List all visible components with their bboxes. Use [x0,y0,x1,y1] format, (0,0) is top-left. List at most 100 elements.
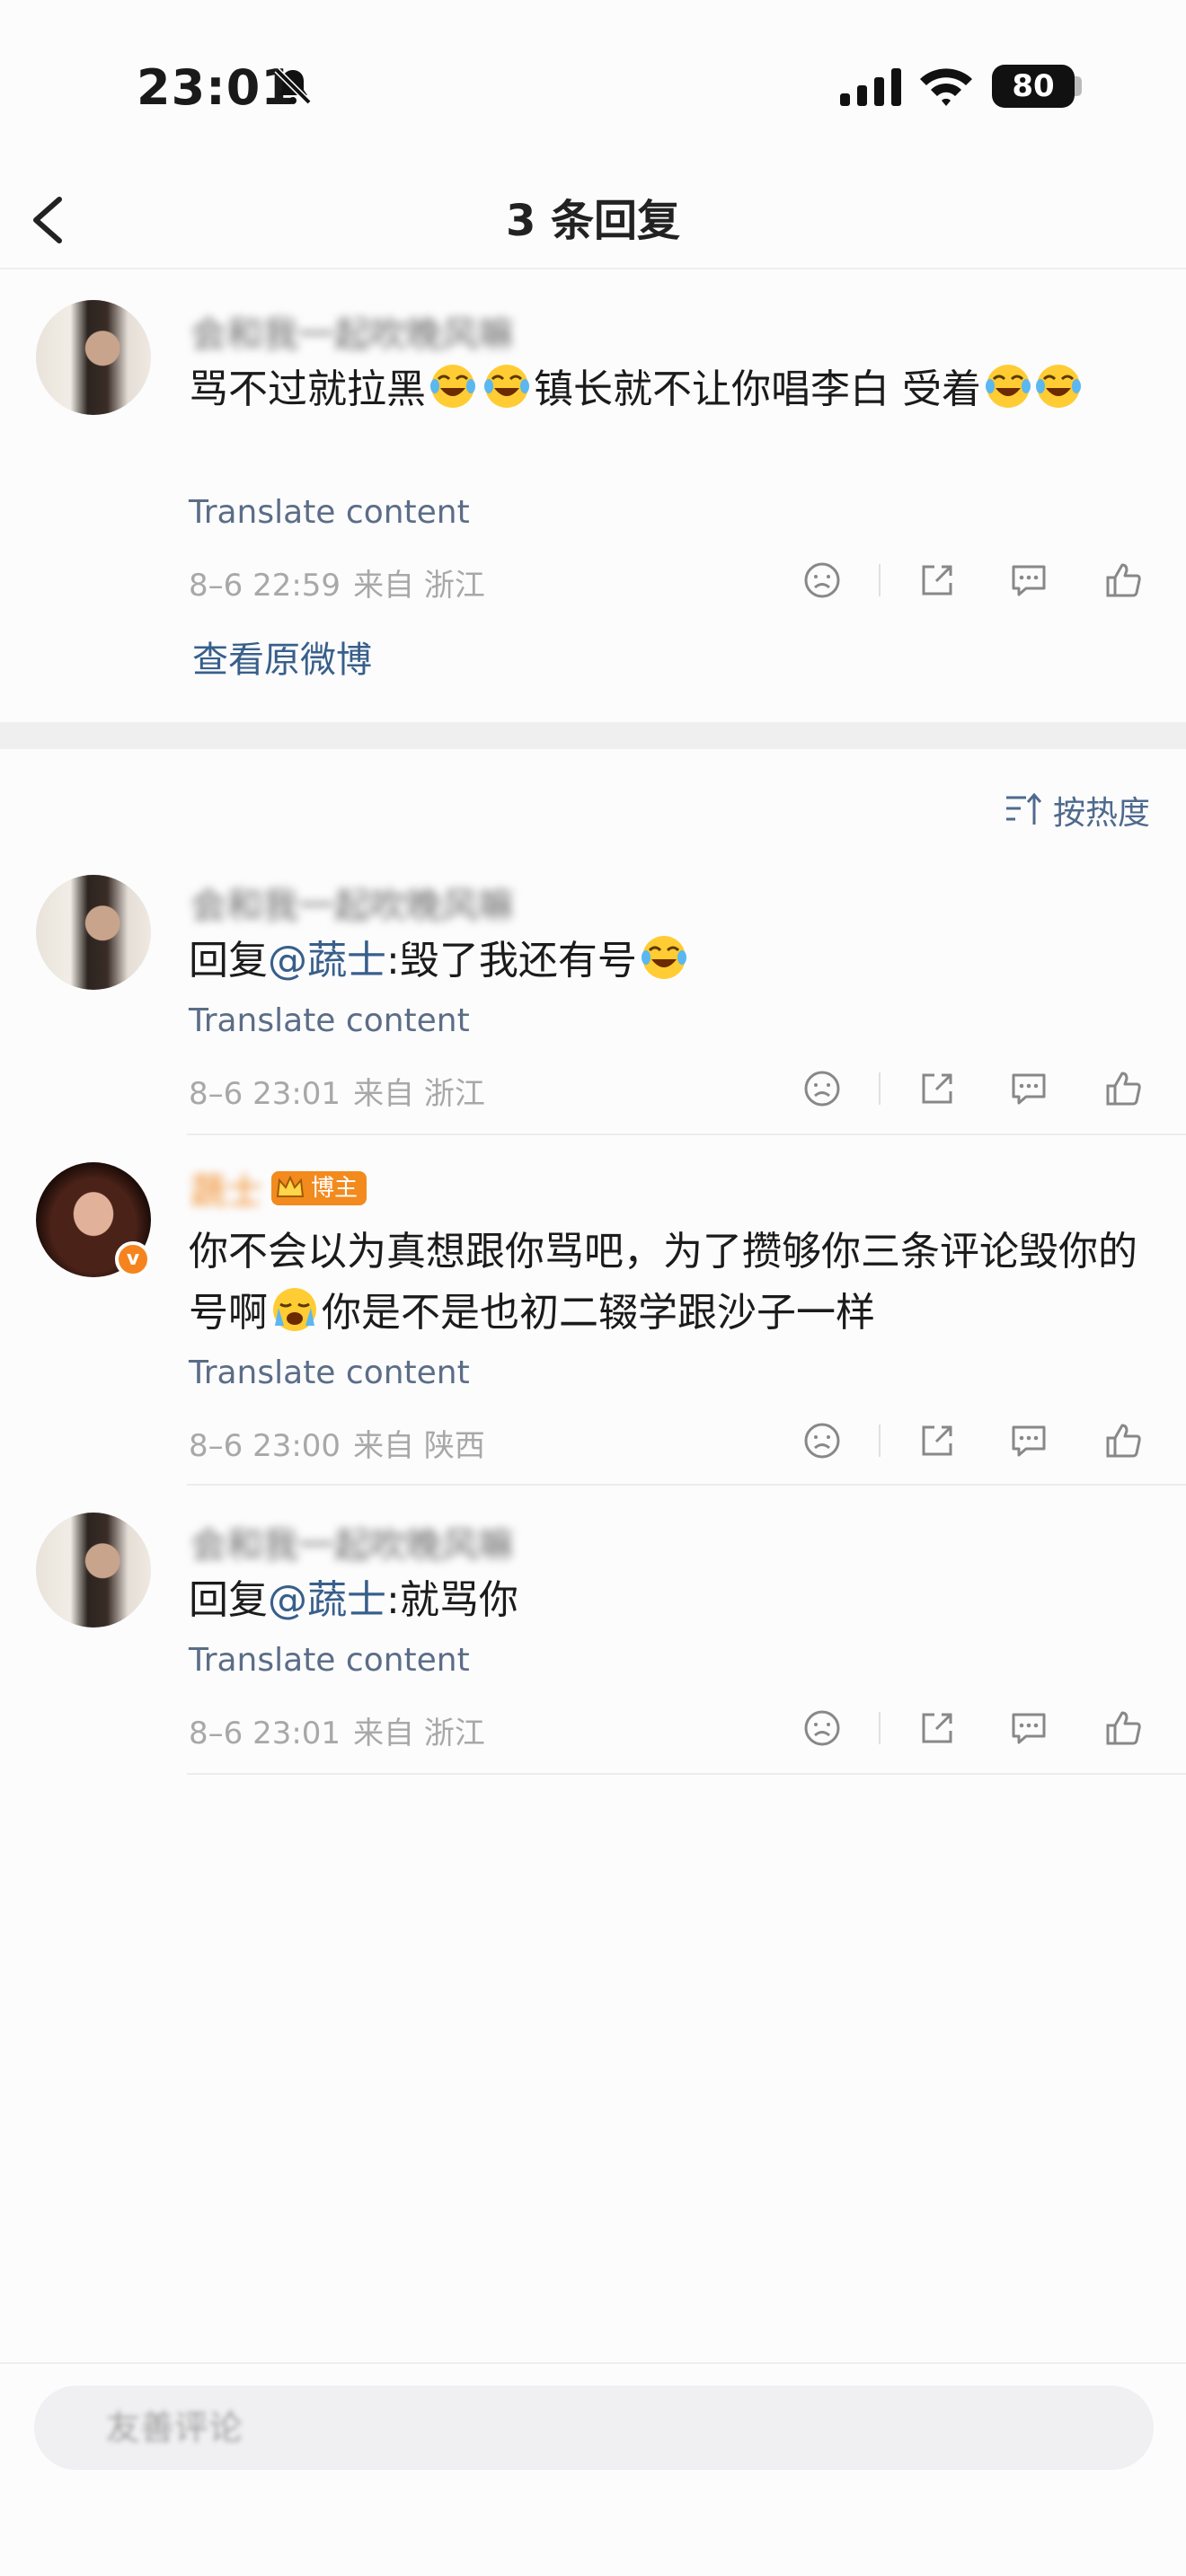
username[interactable]: 会和我一起吹晚风嘛 [190,305,514,357]
reply-input[interactable] [34,2386,1154,2470]
page-title: 3 条回复 [505,196,681,246]
laugh-cry-emoji [430,365,475,408]
translate-link[interactable]: Translate content [189,1002,470,1039]
reply-date: 8–6 23:01 [189,1076,341,1112]
reply-prefix: 回复 [189,938,268,984]
comment-actions [791,553,1150,607]
reply-body: :就骂你 [386,1577,518,1623]
verified-badge: v [115,1241,151,1277]
reply-meta: 8–6 23:01 来自 浙江 [189,1069,498,1113]
row-divider [187,1773,1186,1775]
share-button[interactable] [915,558,960,603]
mention-link[interactable]: @蔬士 [268,1577,386,1623]
sort-label: 按热度 [1053,795,1151,832]
comment-text-part: 骂不过就拉黑 [189,366,426,412]
sort-icon [1006,792,1042,825]
action-divider [879,1712,881,1744]
status-bar: 23:01 80 [0,0,1186,171]
laugh-cry-emoji [986,365,1031,408]
battery-indicator: 80 [992,65,1075,108]
reply-actions [791,1062,1150,1116]
reply-actions [791,1414,1150,1468]
reply-source: 来自 浙江 [353,1716,485,1751]
action-divider [879,564,881,596]
comment-button[interactable] [1006,1706,1051,1751]
reply-meta: 8–6 23:01 来自 浙江 [189,1708,498,1752]
bottom-divider [0,2362,1186,2364]
like-icon [1106,1711,1141,1745]
reply-source: 来自 浙江 [353,1076,485,1112]
nav-bar: 3 条回复 [0,171,1186,269]
comment-button[interactable] [1006,1418,1051,1463]
dislike-button[interactable] [800,1706,845,1751]
share-button[interactable] [915,1706,960,1751]
reply-item: v 蔬士 博主 你不会以为真想跟你骂吧，为了攒够你三条评论毁你的号啊 你是不是也初… [0,1135,1186,1486]
reply-text: 回复@蔬士:就骂你 [189,1570,1141,1631]
reply-item: 会和我一起吹晚风嘛 回复@蔬士:就骂你 Translate content 8–… [0,1486,1186,1775]
signal-icon [840,68,901,106]
action-divider [879,1425,881,1457]
mute-icon [274,67,312,105]
comment-text-part: 镇长就不让你唱李白 受着 [534,366,981,412]
reply-body: 你是不是也初二辍学跟沙子一样 [322,1290,875,1336]
reply-text: 你不会以为真想跟你骂吧，为了攒够你三条评论毁你的号啊 你是不是也初二辍学跟沙子一样 [189,1222,1141,1344]
reply-body: :毁了我还有号 [386,938,637,984]
laugh-cry-emoji [1036,365,1081,408]
sob-emoji [273,1288,316,1331]
laugh-cry-emoji [484,365,529,408]
dislike-button[interactable] [800,1418,845,1463]
translate-link[interactable]: Translate content [189,494,470,531]
root-comment: 会和我一起吹晚风嘛 骂不过就拉黑 镇长就不让你唱李白 受着 Translate c… [0,269,1186,722]
comment-icon [1012,1425,1046,1457]
translate-link[interactable]: Translate content [189,1642,470,1679]
share-icon [922,1713,952,1743]
comment-icon [1012,1073,1046,1105]
dislike-icon [804,1423,840,1459]
share-icon [922,1073,952,1104]
like-button[interactable] [1101,558,1146,603]
like-icon [1106,1072,1141,1106]
mention-link[interactable]: @蔬士 [268,938,386,984]
comment-date: 8–6 22:59 [189,568,341,604]
reply-actions [791,1701,1150,1755]
comment-source: 来自 浙江 [353,568,485,604]
username[interactable]: 蔬士 [190,1162,262,1214]
like-button[interactable] [1101,1706,1146,1751]
avatar[interactable] [36,300,151,415]
share-icon [922,565,952,595]
share-button[interactable] [915,1418,960,1463]
comment-icon [1012,1713,1046,1744]
section-divider [0,722,1186,749]
comment-button[interactable] [1006,558,1051,603]
share-button[interactable] [915,1066,960,1111]
dislike-button[interactable] [800,1066,845,1111]
reply-meta: 8–6 23:00 来自 陕西 [189,1421,498,1465]
like-icon [1106,1424,1141,1458]
reply-date: 8–6 23:01 [189,1716,341,1751]
wifi-icon [920,68,972,106]
laugh-cry-emoji [641,936,686,979]
comment-icon [1012,565,1046,596]
battery-cap [1075,76,1082,96]
comment-button[interactable] [1006,1066,1051,1111]
reply-prefix: 回复 [189,1577,268,1623]
dislike-icon [804,1710,840,1746]
crown-icon [276,1175,305,1197]
host-badge: 博主 [271,1171,367,1205]
like-button[interactable] [1101,1418,1146,1463]
username[interactable]: 会和我一起吹晚风嘛 [190,1516,514,1568]
like-icon [1106,563,1141,597]
host-badge-label: 博主 [311,1175,358,1202]
translate-link[interactable]: Translate content [189,1354,470,1391]
reply-date: 8–6 23:00 [189,1428,341,1464]
reply-item: 会和我一起吹晚风嘛 回复@蔬士:毁了我还有号 Translate content… [0,851,1186,1135]
dislike-icon [804,1071,840,1107]
reply-text: 回复@蔬士:毁了我还有号 [189,931,1141,992]
view-original-link[interactable]: 查看原微博 [192,631,372,683]
avatar[interactable] [36,875,151,990]
avatar[interactable] [36,1513,151,1628]
like-button[interactable] [1101,1066,1146,1111]
username[interactable]: 会和我一起吹晚风嘛 [190,877,514,929]
dislike-icon [804,562,840,598]
dislike-button[interactable] [800,558,845,603]
